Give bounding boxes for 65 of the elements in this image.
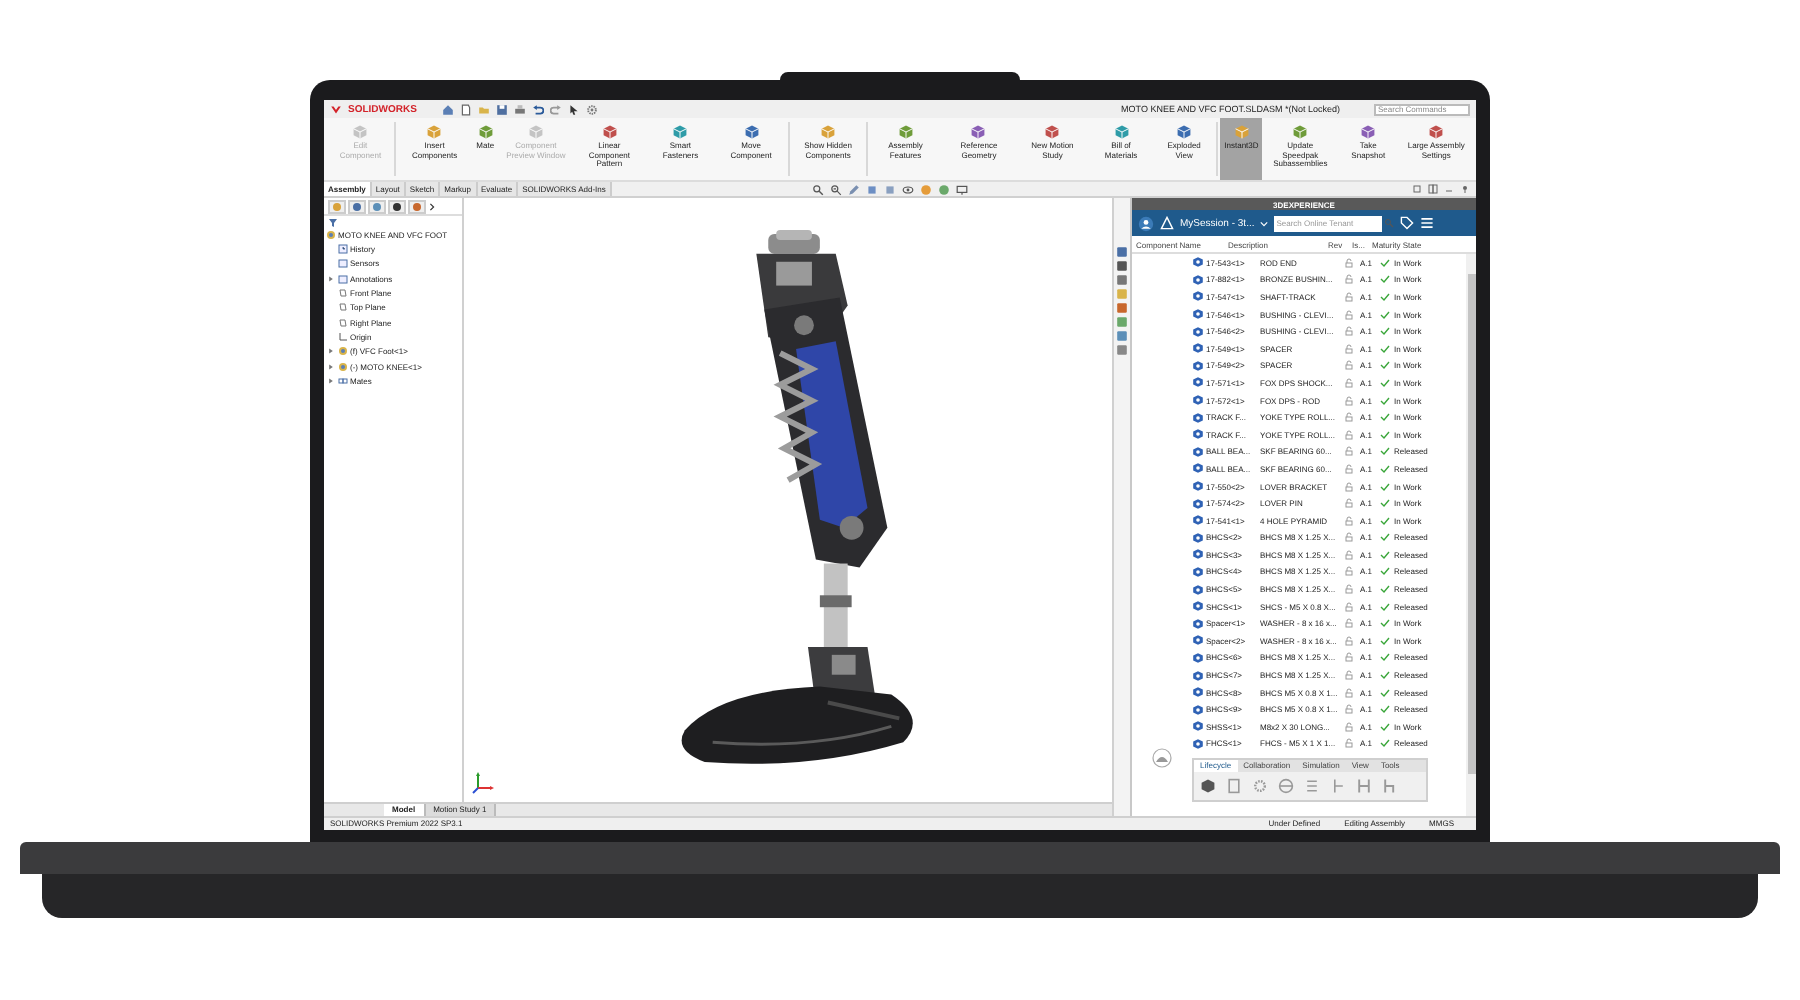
helmet-icon[interactable]: [1152, 748, 1172, 768]
menu-icon[interactable]: [1420, 216, 1435, 230]
lock-icon: [1344, 463, 1354, 474]
lock-icon: [1344, 652, 1354, 663]
scrollbar[interactable]: [1466, 254, 1476, 816]
link-icon: [338, 375, 348, 386]
pointer-icon[interactable]: [568, 103, 581, 115]
expand-arrow-icon[interactable]: [328, 275, 334, 282]
lock-icon: [1344, 566, 1354, 577]
hierarchy-down-icon[interactable]: [1382, 778, 1398, 795]
lock-icon: [1344, 601, 1354, 612]
lock-icon: [1344, 481, 1354, 492]
expand-arrow-icon[interactable]: [328, 348, 334, 355]
lock-icon: [1344, 274, 1354, 285]
lock-icon: [1344, 395, 1354, 406]
eye-icon[interactable]: [901, 183, 914, 195]
print-icon[interactable]: [514, 103, 527, 115]
save-icon[interactable]: [496, 103, 509, 115]
lock-icon: [1344, 584, 1354, 595]
monitor-icon[interactable]: [955, 183, 968, 195]
pin-icon[interactable]: [1460, 184, 1470, 194]
document-icon[interactable]: [1226, 778, 1242, 795]
lock-icon: [1344, 291, 1354, 302]
chevron-down-icon[interactable]: [1260, 219, 1269, 227]
clock-icon: [338, 244, 348, 255]
lock-icon: [1344, 343, 1354, 354]
panel-tab[interactable]: [388, 199, 406, 213]
gear-icon[interactable]: [586, 103, 599, 115]
origin-icon: [338, 331, 348, 342]
lock-icon: [1344, 687, 1354, 698]
hierarchy-icon[interactable]: [1356, 778, 1372, 795]
gear-icon[interactable]: [1252, 778, 1268, 795]
undo-icon[interactable]: [532, 103, 545, 115]
expand-arrow-icon[interactable]: [328, 377, 334, 384]
lock-icon: [1344, 309, 1354, 320]
lock-icon: [1344, 618, 1354, 629]
redo-icon[interactable]: [550, 103, 563, 115]
lock-icon: [1344, 412, 1354, 423]
expand-arrow-icon[interactable]: [328, 363, 334, 370]
lock-icon: [1344, 446, 1354, 457]
lock-icon: [1344, 738, 1354, 749]
zoom-icon[interactable]: [829, 183, 842, 195]
tile-icon[interactable]: [1428, 184, 1438, 194]
lock-icon: [1344, 515, 1354, 526]
user-avatar-icon[interactable]: [1138, 215, 1154, 231]
lock-icon: [1344, 549, 1354, 560]
lock-icon: [1344, 532, 1354, 543]
lock-icon: [1344, 704, 1354, 715]
lock-icon: [1344, 670, 1354, 681]
lock-icon: [1344, 360, 1354, 371]
lock-icon: [1344, 326, 1354, 337]
lock-icon: [1344, 377, 1354, 388]
lock-icon: [1344, 429, 1354, 440]
compass-icon[interactable]: [1160, 216, 1174, 230]
restore-icon[interactable]: [1412, 184, 1422, 194]
minimize-icon[interactable]: [1444, 184, 1454, 194]
search-icon[interactable]: [811, 183, 824, 195]
lock-icon: [1344, 257, 1354, 268]
axis-triad-icon: [472, 770, 496, 794]
lock-icon: [1344, 498, 1354, 509]
filter-icon[interactable]: [328, 217, 338, 227]
lock-icon: [1344, 635, 1354, 646]
lock-icon: [1344, 721, 1354, 732]
tag-icon[interactable]: [1400, 216, 1415, 230]
chevron-right-icon[interactable]: [428, 201, 436, 211]
